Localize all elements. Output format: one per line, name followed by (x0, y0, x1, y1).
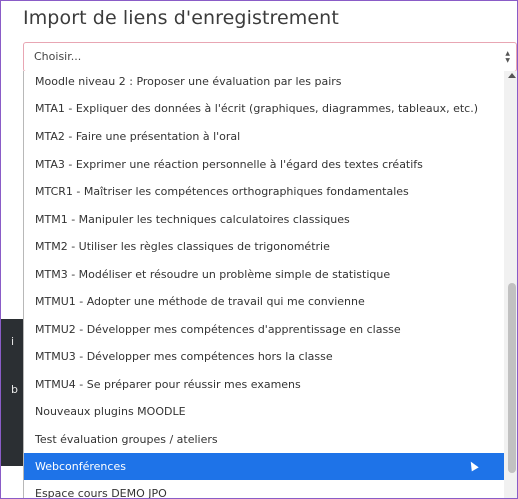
option-label: Webconférences (35, 460, 126, 473)
option-item[interactable]: MTMU4 - Se préparer pour réussir mes exa… (24, 371, 504, 398)
background-letter-1: i (11, 335, 15, 348)
chevron-updown-icon: ▲ ▼ (505, 50, 510, 64)
scroll-up-arrow-icon[interactable] (508, 73, 516, 78)
option-item[interactable]: MTM1 - Manipuler les techniques calculat… (24, 206, 504, 233)
window-frame: i b Import de liens d'enregistrement Cho… (0, 0, 518, 499)
mouse-cursor-icon (467, 459, 479, 472)
option-item[interactable]: Nouveaux plugins MOODLE (24, 398, 504, 425)
option-item[interactable]: Espace cours DEMO JPO (24, 480, 504, 498)
option-item[interactable]: MTCR1 - Maîtriser les compétences orthog… (24, 178, 504, 205)
background-letter-2: b (11, 383, 18, 396)
option-item[interactable]: MTM2 - Utiliser les règles classiques de… (24, 233, 504, 260)
option-item[interactable]: MTMU1 - Adopter une méthode de travail q… (24, 288, 504, 315)
link-import-select[interactable]: Choisir... ▲ ▼ (23, 42, 517, 72)
page-title: Import de liens d'enregistrement (23, 7, 339, 29)
scrollbar-thumb[interactable] (508, 283, 516, 473)
option-item[interactable]: MTA2 - Faire une présentation à l'oral (24, 123, 504, 150)
dropdown-scrollbar[interactable] (504, 71, 517, 498)
option-item[interactable]: MTMU3 - Développer mes compétences hors … (24, 343, 504, 370)
option-item[interactable]: Moodle niveau 2 : Proposer une évaluatio… (24, 71, 504, 95)
option-item[interactable]: Test évaluation groupes / ateliers (24, 426, 504, 453)
option-item-selected[interactable]: Webconférences (24, 453, 504, 480)
option-item[interactable]: MTMU2 - Développer mes compétences d'app… (24, 316, 504, 343)
option-item[interactable]: MTA1 - Expliquer des données à l'écrit (… (24, 95, 504, 122)
option-item[interactable]: MTA3 - Exprimer une réaction personnelle… (24, 151, 504, 178)
select-value: Choisir... (34, 50, 82, 63)
option-item[interactable]: MTM3 - Modéliser et résoudre un problème… (24, 261, 504, 288)
select-dropdown-list[interactable]: Moodle niveau 2 : Proposer une évaluatio… (23, 71, 517, 498)
